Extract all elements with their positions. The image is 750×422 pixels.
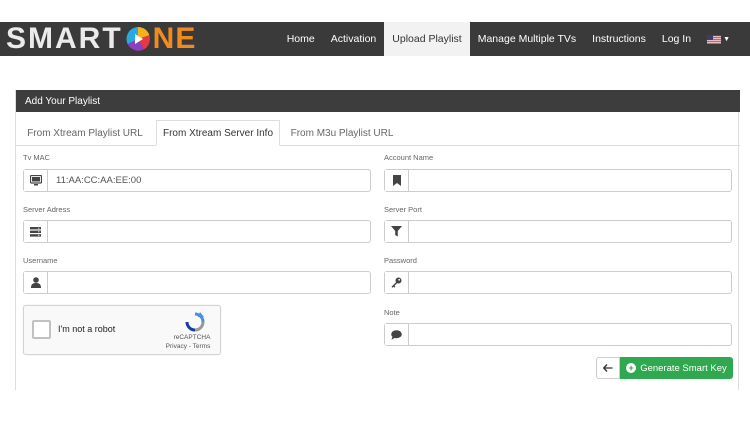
plus-circle-icon: + [626, 363, 637, 373]
smartone-logo[interactable]: SMART NE [6, 22, 196, 56]
logo-text-smart: SMART [6, 22, 123, 55]
chevron-down-icon: ▼ [723, 35, 730, 43]
recaptcha-widget: I'm not a robot reCAPTCHA Privacy - Term… [23, 305, 221, 355]
tv-mac-field [23, 169, 371, 192]
account-name-label: Account Name [384, 153, 434, 162]
recaptcha-privacy-terms[interactable]: Privacy - Terms [156, 343, 220, 350]
generate-smart-key-button[interactable]: + Generate Smart Key [620, 357, 733, 379]
generate-smart-key-label: Generate Smart Key [640, 362, 727, 374]
comment-icon [385, 324, 409, 345]
language-dropdown[interactable]: ▼ [699, 22, 738, 56]
server-port-input[interactable] [409, 221, 731, 242]
nav-upload-playlist[interactable]: Upload Playlist [384, 22, 470, 56]
tv-mac-label: Tv MAC [23, 153, 51, 162]
username-input[interactable] [48, 272, 370, 293]
server-port-field [384, 220, 732, 243]
password-input[interactable] [409, 272, 731, 293]
panel-title: Add Your Playlist [16, 90, 740, 112]
arrow-left-icon [603, 364, 613, 372]
filter-icon [385, 221, 409, 242]
note-input[interactable] [409, 324, 731, 345]
add-playlist-panel: Add Your Playlist From Xtream Playlist U… [15, 90, 740, 390]
back-button[interactable] [596, 357, 620, 379]
logo-text-ne: NE [152, 22, 197, 55]
password-label: Password [384, 256, 417, 265]
tab-xtream-playlist-url[interactable]: From Xtream Playlist URL [22, 120, 148, 146]
note-label: Note [384, 308, 400, 317]
user-icon [24, 272, 48, 293]
tv-mac-input[interactable] [48, 170, 370, 191]
account-name-input[interactable] [409, 170, 731, 191]
recaptcha-brand: reCAPTCHA [173, 334, 211, 341]
tab-xtream-server-info[interactable]: From Xtream Server Info [156, 120, 280, 146]
key-icon [385, 272, 409, 293]
note-field [384, 323, 732, 346]
server-port-label: Server Port [384, 205, 422, 214]
recaptcha-label: I'm not a robot [58, 324, 116, 334]
nav-activation[interactable]: Activation [323, 22, 385, 56]
tab-m3u-playlist-url[interactable]: From M3u Playlist URL [284, 120, 400, 146]
bookmark-icon [385, 170, 409, 191]
nav-instructions[interactable]: Instructions [584, 22, 654, 56]
username-label: Username [23, 256, 58, 265]
nav-log-in[interactable]: Log In [654, 22, 699, 56]
server-address-field [23, 220, 371, 243]
logo-o-icon [126, 27, 150, 51]
recaptcha-checkbox[interactable] [32, 320, 51, 339]
top-navbar: SMART NE Home Activation Upload Playlist… [0, 22, 750, 56]
monitor-icon [24, 170, 48, 191]
main-nav: Home Activation Upload Playlist Manage M… [279, 22, 738, 56]
username-field [23, 271, 371, 294]
password-field [384, 271, 732, 294]
recaptcha-logo-icon [185, 312, 205, 332]
server-icon [24, 221, 48, 242]
us-flag-icon [707, 34, 722, 44]
account-name-field [384, 169, 732, 192]
server-address-label: Server Adress [23, 205, 71, 214]
server-address-input[interactable] [48, 221, 370, 242]
nav-home[interactable]: Home [279, 22, 323, 56]
playlist-tabs: From Xtream Playlist URL From Xtream Ser… [16, 120, 740, 146]
nav-manage-multiple-tvs[interactable]: Manage Multiple TVs [470, 22, 584, 56]
